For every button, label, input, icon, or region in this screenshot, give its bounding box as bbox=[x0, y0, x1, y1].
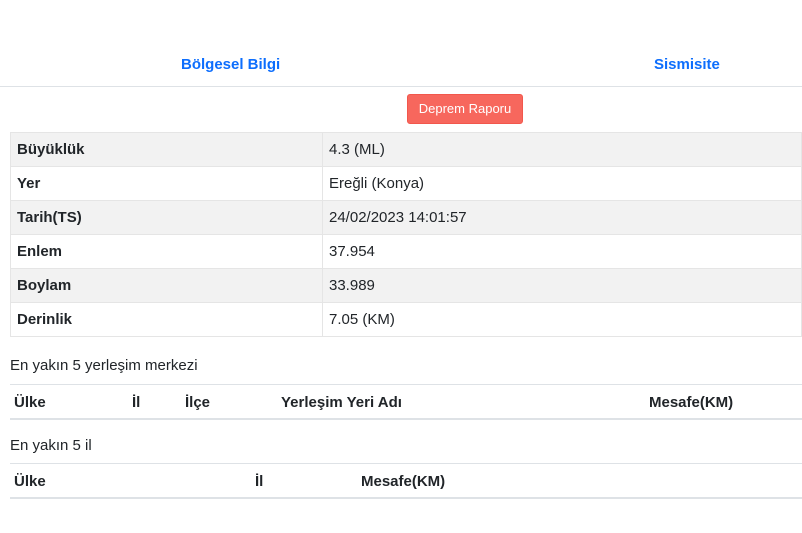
column-header-settlement-name: Yerleşim Yeri Adı bbox=[281, 394, 402, 411]
settlements-table-header: Ülke İl İlçe Yerleşim Yeri Adı Mesafe(KM… bbox=[10, 384, 802, 420]
column-header-country: Ülke bbox=[14, 394, 46, 411]
report-button-wrapper: Deprem Raporu bbox=[407, 94, 523, 124]
latitude-label: Enlem bbox=[10, 234, 323, 269]
nearest-provinces-title: En yakın 5 il bbox=[10, 437, 92, 454]
column-header-distance: Mesafe(KM) bbox=[649, 394, 734, 411]
longitude-value: 33.989 bbox=[322, 268, 802, 303]
column-header-country: Ülke bbox=[14, 473, 46, 490]
tab-regional-info[interactable]: Bölgesel Bilgi bbox=[181, 56, 280, 73]
column-header-distance: Mesafe(KM) bbox=[361, 473, 446, 490]
latitude-value: 37.954 bbox=[322, 234, 802, 269]
tab-seismicity[interactable]: Sismisite bbox=[654, 56, 720, 73]
column-header-province: İl bbox=[255, 473, 264, 490]
magnitude-value: 4.3 (ML) bbox=[322, 132, 802, 167]
depth-label: Derinlik bbox=[10, 302, 323, 337]
table-row: Enlem 37.954 bbox=[10, 234, 802, 269]
location-value: Ereğli (Konya) bbox=[322, 166, 802, 201]
table-row: Boylam 33.989 bbox=[10, 268, 802, 303]
provinces-table-header: Ülke İl Mesafe(KM) bbox=[10, 463, 802, 499]
table-row: Büyüklük 4.3 (ML) bbox=[10, 132, 802, 167]
depth-value: 7.05 (KM) bbox=[322, 302, 802, 337]
earthquake-report-button[interactable]: Deprem Raporu bbox=[407, 94, 523, 124]
date-value: 24/02/2023 14:01:57 bbox=[322, 200, 802, 235]
table-row: Derinlik 7.05 (KM) bbox=[10, 302, 802, 337]
table-row: Yer Ereğli (Konya) bbox=[10, 166, 802, 201]
table-row: Tarih(TS) 24/02/2023 14:01:57 bbox=[10, 200, 802, 235]
tab-bar: Bölgesel Bilgi Sismisite bbox=[0, 46, 802, 87]
earthquake-info-table: Büyüklük 4.3 (ML) Yer Ereğli (Konya) Tar… bbox=[10, 132, 802, 337]
nearest-settlements-title: En yakın 5 yerleşim merkezi bbox=[10, 357, 198, 374]
longitude-label: Boylam bbox=[10, 268, 323, 303]
date-label: Tarih(TS) bbox=[10, 200, 323, 235]
column-header-district: İlçe bbox=[185, 394, 211, 411]
magnitude-label: Büyüklük bbox=[10, 132, 323, 167]
column-header-province: İl bbox=[132, 394, 141, 411]
location-label: Yer bbox=[10, 166, 323, 201]
